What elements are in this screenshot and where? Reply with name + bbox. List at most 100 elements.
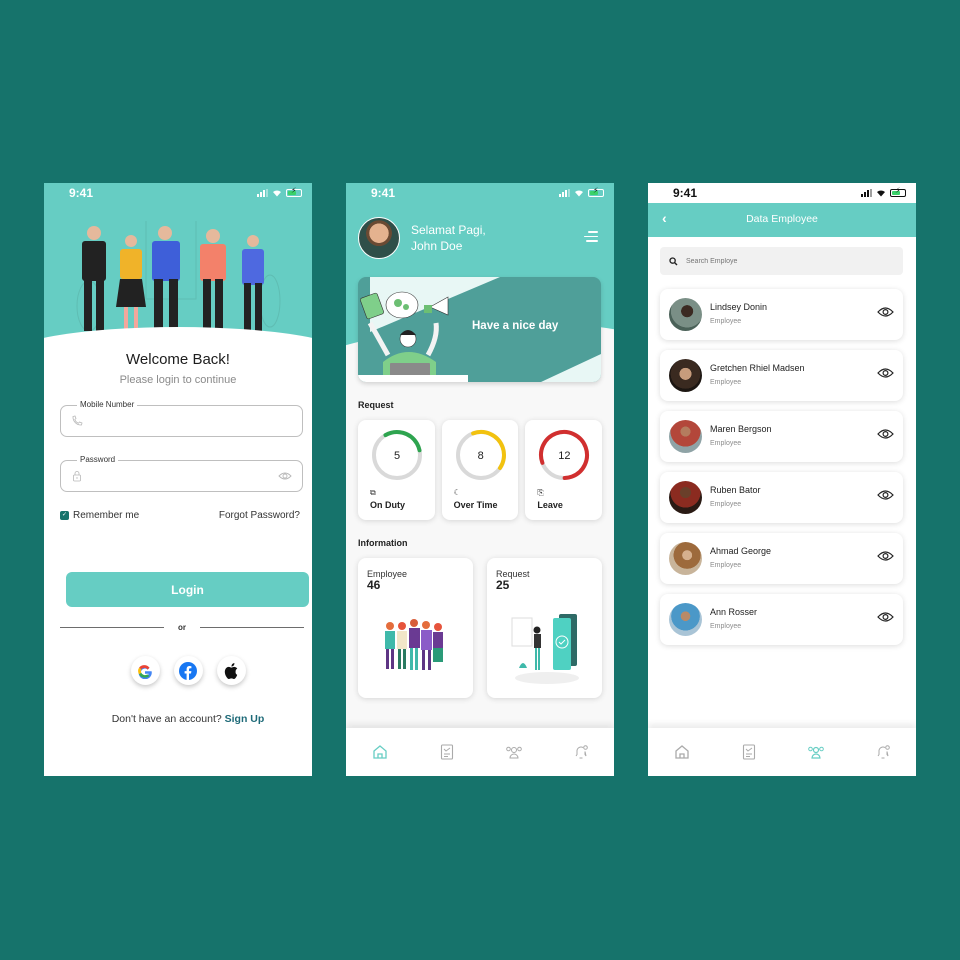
social-login <box>44 656 312 685</box>
search-bar[interactable] <box>660 247 903 275</box>
info-request-value: 25 <box>496 578 510 592</box>
leave-label: Leave <box>537 500 563 510</box>
employee-list-item[interactable]: Ann Rosser Employee <box>660 594 903 645</box>
nav-employees[interactable] <box>504 742 524 762</box>
nav-tasks[interactable] <box>739 742 759 762</box>
user-avatar[interactable] <box>358 217 400 259</box>
checkbox-checked-icon[interactable]: ✓ <box>60 511 69 520</box>
employee-avatar <box>669 420 702 453</box>
signup-link[interactable]: Sign Up <box>225 713 265 725</box>
nav-notifications[interactable] <box>873 742 893 762</box>
employee-list-item[interactable]: Ahmad George Employee <box>660 533 903 584</box>
info-card-request[interactable]: Request 25 <box>487 558 602 698</box>
employee-list-item[interactable]: Gretchen Rhiel Madsen Employee <box>660 350 903 401</box>
request-card-over-time[interactable]: 8 ☾ Over Time <box>441 420 519 520</box>
welcome-title: Welcome Back! <box>126 351 230 368</box>
wifi-icon <box>273 190 281 197</box>
employee-list: Lindsey Donin Employee Gretchen Rhiel Mads… <box>660 289 903 645</box>
employee-name: Gretchen Rhiel Madsen <box>710 363 805 373</box>
employee-list-item[interactable]: Maren Bergson Employee <box>660 411 903 462</box>
multitask-illustration <box>358 291 468 382</box>
search-icon <box>669 256 678 265</box>
view-eye-icon[interactable] <box>877 489 894 501</box>
status-bar: 9:41 <box>648 183 916 203</box>
menu-icon[interactable] <box>584 231 598 242</box>
leave-count: 12 <box>558 450 571 462</box>
signal-icon <box>559 189 570 197</box>
moon-icon: ☾ <box>453 488 461 497</box>
view-eye-icon[interactable] <box>877 550 894 562</box>
employee-screen: 9:41 ‹ Data Employee Lindsey Donin Employ… <box>648 183 916 776</box>
nav-tasks[interactable] <box>437 742 457 762</box>
mobile-number-field[interactable]: Mobile Number <box>60 400 303 437</box>
employee-header: ‹ Data Employee <box>648 203 916 237</box>
employee-role: Employee <box>710 318 742 325</box>
search-employee-input[interactable] <box>686 257 894 265</box>
request-cards: 5 ⧉ On Duty 8 ☾ Over Time 12 ⎘ Leave <box>358 420 603 520</box>
employee-name: Maren Bergson <box>710 424 772 434</box>
briefcase-clock-icon: ⧉ <box>370 488 376 497</box>
view-eye-icon[interactable] <box>877 611 894 623</box>
home-icon <box>674 745 689 759</box>
view-eye-icon[interactable] <box>877 428 894 440</box>
bottom-nav <box>346 728 614 776</box>
mobile-number-input[interactable] <box>89 415 292 427</box>
wifi-icon <box>877 190 885 197</box>
banner-light-shape <box>541 354 601 382</box>
information-section-title: Information <box>358 538 408 548</box>
greeting: Selamat Pagi, John Doe <box>411 222 486 254</box>
apple-icon <box>224 662 238 679</box>
employee-role: Employee <box>710 623 742 630</box>
employee-avatar <box>669 481 702 514</box>
team-illustration <box>76 221 281 331</box>
forgot-password-link[interactable]: Forgot Password? <box>219 510 300 521</box>
nav-employees[interactable] <box>806 742 826 762</box>
show-password-eye-icon[interactable] <box>278 471 292 481</box>
view-eye-icon[interactable] <box>877 367 894 379</box>
bell-icon <box>575 745 588 759</box>
nav-notifications[interactable] <box>571 742 591 762</box>
home-icon <box>372 745 387 759</box>
employee-list-item[interactable]: Lindsey Donin Employee <box>660 289 903 340</box>
banner-text: Have a nice day <box>472 320 559 332</box>
user-name: John Doe <box>411 239 463 253</box>
nav-home[interactable] <box>370 742 390 762</box>
login-hero <box>44 183 312 387</box>
request-card-leave[interactable]: 12 ⎘ Leave <box>525 420 603 520</box>
phone-icon <box>72 415 83 426</box>
employee-list-item[interactable]: Ruben Bator Employee <box>660 472 903 523</box>
password-input[interactable] <box>89 470 278 482</box>
or-text: or <box>178 623 186 632</box>
status-time: 9:41 <box>69 186 94 200</box>
login-button[interactable]: Login <box>66 572 309 607</box>
employee-role: Employee <box>710 379 742 386</box>
battery-icon <box>588 186 604 197</box>
on-duty-label: On Duty <box>370 500 405 510</box>
clipboard-check-icon <box>742 744 755 760</box>
battery-icon <box>286 186 302 197</box>
greeting-line: Selamat Pagi, <box>411 223 486 237</box>
remember-me-checkbox[interactable]: ✓ Remember me <box>60 510 139 521</box>
home-screen: 9:41 Selamat Pagi, John Doe Have a nice … <box>346 183 614 776</box>
password-field[interactable]: Password <box>60 455 303 492</box>
view-eye-icon[interactable] <box>877 306 894 318</box>
request-section-title: Request <box>358 400 394 410</box>
request-card-on-duty[interactable]: 5 ⧉ On Duty <box>358 420 435 520</box>
google-login-button[interactable] <box>130 656 160 685</box>
info-card-employee[interactable]: Employee 46 <box>358 558 473 698</box>
facebook-login-button[interactable] <box>173 656 203 685</box>
divider-line <box>60 627 164 628</box>
employee-avatar <box>669 359 702 392</box>
employee-name: Ruben Bator <box>710 485 761 495</box>
status-bar: 9:41 <box>346 183 614 203</box>
signup-row: Don't have an account? Sign Up <box>44 713 312 725</box>
over-time-count: 8 <box>477 450 484 462</box>
employee-avatar <box>669 603 702 636</box>
bottom-nav <box>648 728 916 776</box>
battery-icon <box>890 186 906 197</box>
nav-home[interactable] <box>672 742 692 762</box>
employees-illustration <box>385 619 443 670</box>
google-icon <box>138 664 152 679</box>
apple-login-button[interactable] <box>216 656 246 685</box>
employee-name: Ann Rosser <box>710 607 758 617</box>
